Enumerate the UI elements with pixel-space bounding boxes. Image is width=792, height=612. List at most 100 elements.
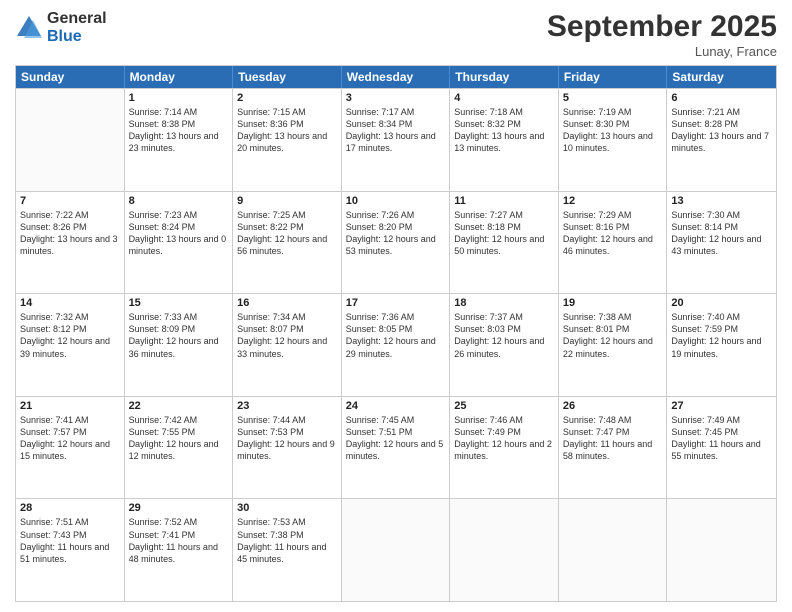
calendar-day-cell: 5Sunrise: 7:19 AM Sunset: 8:30 PM Daylig… [559,89,668,191]
day-number: 29 [129,502,229,514]
day-info: Sunrise: 7:29 AM Sunset: 8:16 PM Dayligh… [563,209,663,258]
day-info: Sunrise: 7:46 AM Sunset: 7:49 PM Dayligh… [454,414,554,463]
day-info: Sunrise: 7:15 AM Sunset: 8:36 PM Dayligh… [237,106,337,155]
day-number: 3 [346,92,446,104]
day-number: 27 [671,400,772,412]
day-number: 7 [20,195,120,207]
calendar-day-cell: 15 Sunrise: 7:33 AM Sunset: 8:09 PM Dayli… [125,294,234,396]
day-info: Sunrise: 7:23 AM Sunset: 8:24 PM Dayligh… [129,209,229,258]
calendar-day-cell: 19 Sunrise: 7:38 AM Sunset: 8:01 PM Dayli… [559,294,668,396]
day-number: 10 [346,195,446,207]
day-number: 25 [454,400,554,412]
day-info: Sunrise: 7:14 AM Sunset: 8:38 PM Dayligh… [129,106,229,155]
day-number: 8 [129,195,229,207]
calendar-day-cell: 1 Sunrise: 7:14 AM Sunset: 8:38 PM Daylig… [125,89,234,191]
calendar-day-cell [667,499,776,601]
day-number: 19 [563,297,663,309]
calendar-day-cell: 6 Sunrise: 7:21 AM Sunset: 8:28 PM Daylig… [667,89,776,191]
calendar-header-row: SundayMondayTuesdayWednesdayThursdayFrid… [16,66,776,88]
day-number: 28 [20,502,120,514]
day-info: Sunrise: 7:21 AM Sunset: 8:28 PM Dayligh… [671,106,772,155]
calendar-week-row: 21Sunrise: 7:41 AM Sunset: 7:57 PM Dayli… [16,396,776,499]
logo-icon [15,14,43,42]
calendar-day-cell: 7 Sunrise: 7:22 AM Sunset: 8:26 PM Daylig… [16,192,125,294]
calendar-day-cell: 27 Sunrise: 7:49 AM Sunset: 7:45 PM Dayli… [667,397,776,499]
calendar-header-cell: Saturday [667,66,776,88]
calendar-day-cell: 29 Sunrise: 7:52 AM Sunset: 7:41 PM Dayli… [125,499,234,601]
calendar-day-cell: 20 Sunrise: 7:40 AM Sunset: 7:59 PM Dayli… [667,294,776,396]
day-info: Sunrise: 7:33 AM Sunset: 8:09 PM Dayligh… [129,311,229,360]
day-number: 26 [563,400,663,412]
day-info: Sunrise: 7:38 AM Sunset: 8:01 PM Dayligh… [563,311,663,360]
day-info: Sunrise: 7:49 AM Sunset: 7:45 PM Dayligh… [671,414,772,463]
calendar-week-row: 7 Sunrise: 7:22 AM Sunset: 8:26 PM Daylig… [16,191,776,294]
day-info: Sunrise: 7:51 AM Sunset: 7:43 PM Dayligh… [20,516,120,565]
day-number: 13 [671,195,772,207]
calendar-day-cell: 8 Sunrise: 7:23 AM Sunset: 8:24 PM Daylig… [125,192,234,294]
calendar-day-cell: 11Sunrise: 7:27 AM Sunset: 8:18 PM Dayli… [450,192,559,294]
logo: General Blue [15,10,107,45]
day-number: 1 [129,92,229,104]
calendar-day-cell: 18Sunrise: 7:37 AM Sunset: 8:03 PM Dayli… [450,294,559,396]
day-number: 22 [129,400,229,412]
logo-general-text: General [47,10,107,28]
calendar-week-row: 28 Sunrise: 7:51 AM Sunset: 7:43 PM Dayli… [16,498,776,601]
calendar-week-row: 1 Sunrise: 7:14 AM Sunset: 8:38 PM Daylig… [16,88,776,191]
calendar-day-cell: 13Sunrise: 7:30 AM Sunset: 8:14 PM Dayli… [667,192,776,294]
day-number: 16 [237,297,337,309]
calendar-day-cell: 10 Sunrise: 7:26 AM Sunset: 8:20 PM Dayli… [342,192,451,294]
calendar-day-cell: 24Sunrise: 7:45 AM Sunset: 7:51 PM Dayli… [342,397,451,499]
calendar-day-cell: 16 Sunrise: 7:34 AM Sunset: 8:07 PM Dayli… [233,294,342,396]
calendar-day-cell [559,499,668,601]
calendar-day-cell: 4Sunrise: 7:18 AM Sunset: 8:32 PM Daylig… [450,89,559,191]
day-number: 9 [237,195,337,207]
calendar-body: 1 Sunrise: 7:14 AM Sunset: 8:38 PM Daylig… [16,88,776,601]
header: General Blue September 2025 Lunay, Franc… [15,10,777,59]
calendar-day-cell: 25 Sunrise: 7:46 AM Sunset: 7:49 PM Dayli… [450,397,559,499]
calendar-day-cell: 30Sunrise: 7:53 AM Sunset: 7:38 PM Dayli… [233,499,342,601]
calendar-header-cell: Friday [559,66,668,88]
title-block: September 2025 Lunay, France [547,10,777,59]
calendar-day-cell: 22Sunrise: 7:42 AM Sunset: 7:55 PM Dayli… [125,397,234,499]
calendar: SundayMondayTuesdayWednesdayThursdayFrid… [15,65,777,602]
day-info: Sunrise: 7:45 AM Sunset: 7:51 PM Dayligh… [346,414,446,463]
calendar-header-cell: Thursday [450,66,559,88]
title-month: September 2025 [547,10,777,44]
day-info: Sunrise: 7:48 AM Sunset: 7:47 PM Dayligh… [563,414,663,463]
day-info: Sunrise: 7:40 AM Sunset: 7:59 PM Dayligh… [671,311,772,360]
calendar-day-cell [16,89,125,191]
logo-blue-text: Blue [47,28,107,46]
day-info: Sunrise: 7:52 AM Sunset: 7:41 PM Dayligh… [129,516,229,565]
day-info: Sunrise: 7:25 AM Sunset: 8:22 PM Dayligh… [237,209,337,258]
day-info: Sunrise: 7:26 AM Sunset: 8:20 PM Dayligh… [346,209,446,258]
calendar-day-cell: 26 Sunrise: 7:48 AM Sunset: 7:47 PM Dayli… [559,397,668,499]
day-number: 20 [671,297,772,309]
calendar-day-cell [342,499,451,601]
day-info: Sunrise: 7:41 AM Sunset: 7:57 PM Dayligh… [20,414,120,463]
day-info: Sunrise: 7:27 AM Sunset: 8:18 PM Dayligh… [454,209,554,258]
day-number: 2 [237,92,337,104]
calendar-header-cell: Tuesday [233,66,342,88]
day-info: Sunrise: 7:32 AM Sunset: 8:12 PM Dayligh… [20,311,120,360]
day-info: Sunrise: 7:17 AM Sunset: 8:34 PM Dayligh… [346,106,446,155]
day-info: Sunrise: 7:34 AM Sunset: 8:07 PM Dayligh… [237,311,337,360]
day-number: 17 [346,297,446,309]
day-info: Sunrise: 7:36 AM Sunset: 8:05 PM Dayligh… [346,311,446,360]
day-number: 30 [237,502,337,514]
calendar-day-cell: 23Sunrise: 7:44 AM Sunset: 7:53 PM Dayli… [233,397,342,499]
calendar-day-cell [450,499,559,601]
page: General Blue September 2025 Lunay, Franc… [0,0,792,612]
day-info: Sunrise: 7:44 AM Sunset: 7:53 PM Dayligh… [237,414,337,463]
day-number: 12 [563,195,663,207]
calendar-day-cell: 21Sunrise: 7:41 AM Sunset: 7:57 PM Dayli… [16,397,125,499]
day-number: 4 [454,92,554,104]
calendar-header-cell: Monday [125,66,234,88]
day-info: Sunrise: 7:19 AM Sunset: 8:30 PM Dayligh… [563,106,663,155]
day-number: 18 [454,297,554,309]
calendar-day-cell: 14Sunrise: 7:32 AM Sunset: 8:12 PM Dayli… [16,294,125,396]
day-number: 6 [671,92,772,104]
day-info: Sunrise: 7:22 AM Sunset: 8:26 PM Dayligh… [20,209,120,258]
calendar-day-cell: 9 Sunrise: 7:25 AM Sunset: 8:22 PM Daylig… [233,192,342,294]
day-number: 15 [129,297,229,309]
calendar-header-cell: Wednesday [342,66,451,88]
